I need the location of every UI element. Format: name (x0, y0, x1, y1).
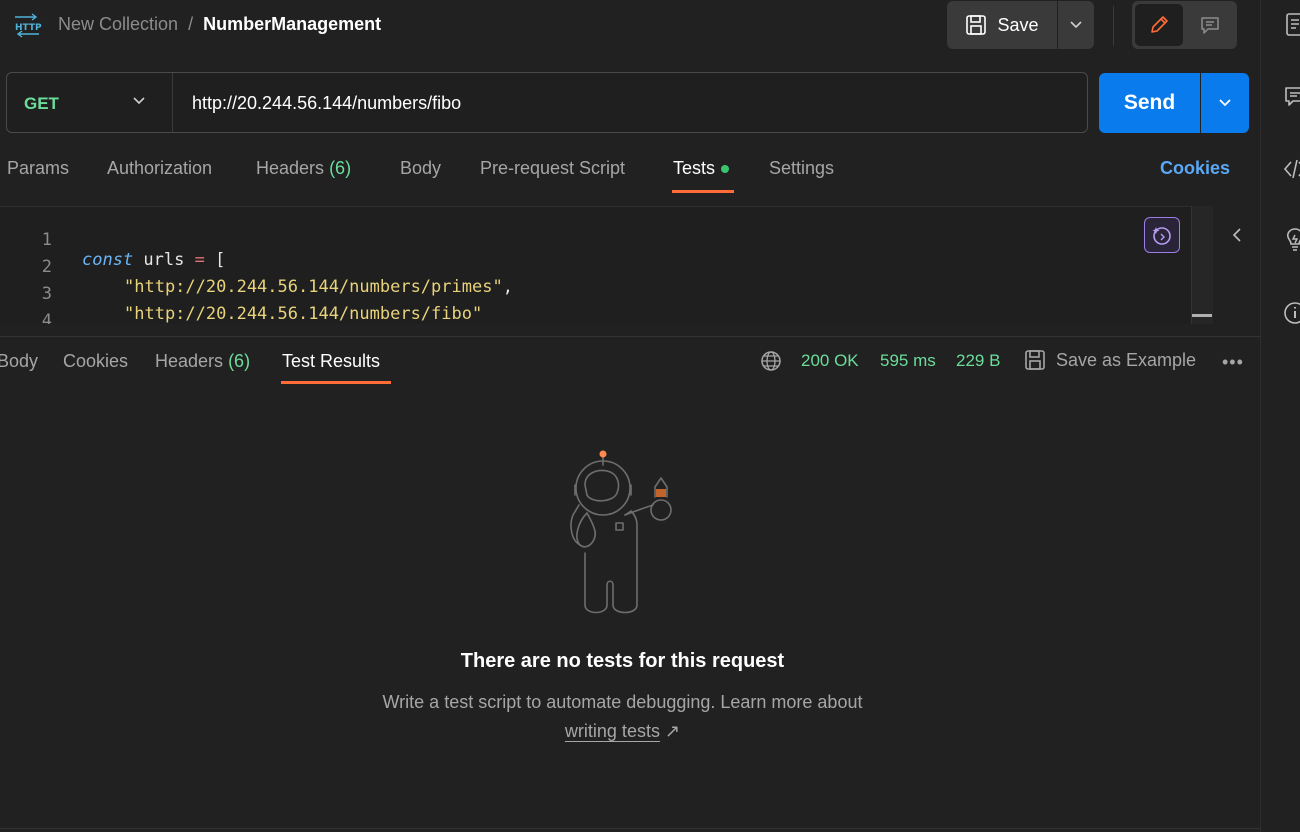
mode-toggle-group (1132, 1, 1237, 49)
sparkle-icon (1152, 227, 1171, 245)
writing-tests-link[interactable]: writing tests (565, 721, 660, 741)
response-tab-headers[interactable]: Headers (6) (155, 351, 250, 372)
code-icon[interactable] (1283, 156, 1300, 182)
ai-assistant-button[interactable] (1144, 217, 1180, 253)
comments-icon[interactable] (1283, 84, 1300, 110)
app-window: HTTP New Collection / NumberManagement S… (0, 0, 1300, 832)
breadcrumb-collection[interactable]: New Collection (58, 14, 178, 35)
astronaut-illustration (570, 450, 672, 614)
pencil-icon (1150, 16, 1168, 33)
info-icon[interactable] (1283, 300, 1300, 326)
url-input[interactable]: http://20.244.56.144/numbers/fibo (192, 93, 461, 114)
headers-count: (6) (329, 158, 352, 178)
comment-icon (1201, 17, 1219, 34)
save-button[interactable]: Save (947, 1, 1057, 49)
chevron-left-icon[interactable] (1230, 226, 1244, 244)
tab-body[interactable]: Body (400, 158, 441, 179)
save-as-example-button[interactable]: Save as Example (1024, 349, 1196, 371)
send-label: Send (1123, 91, 1176, 114)
svg-text:HTTP: HTTP (15, 23, 42, 33)
tab-tests-label: Tests (673, 158, 716, 178)
save-dropdown-button[interactable] (1058, 1, 1094, 49)
editor-scrollbar[interactable] (1191, 206, 1213, 324)
chevron-down-icon[interactable] (131, 95, 147, 107)
response-size[interactable]: 229 B (956, 351, 1000, 371)
more-options-button[interactable]: ••• (1222, 352, 1244, 373)
globe-icon[interactable] (760, 350, 782, 372)
response-tab-headers-label: Headers (155, 351, 224, 371)
code-line: 3 "http://20.244.56.144/numbers/fibo" (0, 264, 1190, 324)
status-bar-divider (0, 828, 1260, 829)
active-response-tab-underline (281, 381, 391, 384)
url-bar: GET http://20.244.56.144/numbers/fibo (6, 72, 1088, 133)
comment-mode-button[interactable] (1187, 4, 1235, 46)
response-tab-body[interactable]: Body (0, 351, 38, 372)
save-icon (1025, 350, 1045, 370)
chevron-down-icon (1219, 99, 1231, 107)
lightbulb-icon[interactable] (1283, 226, 1300, 252)
editor-scrollbar-thumb[interactable] (1192, 314, 1212, 317)
response-tab-test-results[interactable]: Test Results (282, 351, 380, 372)
toolbar-divider (1113, 6, 1114, 46)
chevron-down-icon (1070, 21, 1082, 29)
top-bar: HTTP New Collection / NumberManagement S… (0, 0, 1260, 50)
code-line: 4 ]; (0, 291, 1190, 324)
save-icon (966, 15, 987, 35)
method-select[interactable]: GET (24, 94, 59, 114)
tab-settings[interactable]: Settings (769, 158, 834, 179)
cookies-link[interactable]: Cookies (1160, 158, 1230, 179)
save-label: Save (997, 14, 1039, 35)
tab-headers-label: Headers (256, 158, 325, 178)
request-name[interactable]: NumberManagement (203, 14, 381, 35)
empty-state-description: Write a test script to automate debuggin… (382, 692, 863, 712)
tab-authorization[interactable]: Authorization (107, 158, 212, 179)
code-line: 5 (0, 318, 1190, 324)
pane-divider[interactable] (0, 336, 1260, 337)
tab-tests[interactable]: Tests (673, 158, 730, 179)
send-button[interactable]: Send (1099, 73, 1200, 133)
breadcrumb-separator: / (188, 14, 194, 34)
tab-params[interactable]: Params (7, 158, 69, 179)
active-tab-underline (672, 190, 734, 193)
breadcrumb: New Collection / NumberManagement (58, 14, 381, 35)
url-bar-divider (172, 73, 173, 132)
tests-indicator-dot (721, 165, 730, 174)
documentation-icon[interactable] (1283, 12, 1300, 38)
tab-headers[interactable]: Headers (6) (256, 158, 351, 179)
http-request-icon: HTTP (15, 13, 42, 38)
send-dropdown-button[interactable] (1201, 73, 1249, 133)
save-as-example-label: Save as Example (1056, 349, 1197, 370)
response-headers-count: (6) (228, 351, 251, 371)
edit-mode-button[interactable] (1135, 4, 1183, 46)
status-code[interactable]: 200 OK (801, 351, 859, 371)
request-tabs: Params Authorization Headers (6) Body Pr… (0, 150, 1260, 194)
empty-state-title: There are no tests for this request (460, 650, 785, 672)
code-editor[interactable]: 1 const urls = [ 2 "http://20.244.56.144… (0, 206, 1213, 324)
response-tab-cookies[interactable]: Cookies (63, 351, 128, 372)
right-sidebar (1260, 0, 1300, 832)
response-time[interactable]: 595 ms (880, 351, 936, 371)
code-line: 2 "http://20.244.56.144/numbers/primes", (0, 237, 1190, 297)
tab-pre-request-script[interactable]: Pre-request Script (480, 158, 625, 179)
external-link-icon: ↗ (664, 721, 681, 741)
code-line: 1 const urls = [ (0, 210, 1190, 270)
empty-state-link-row: writing tests ↗ (0, 721, 1245, 742)
